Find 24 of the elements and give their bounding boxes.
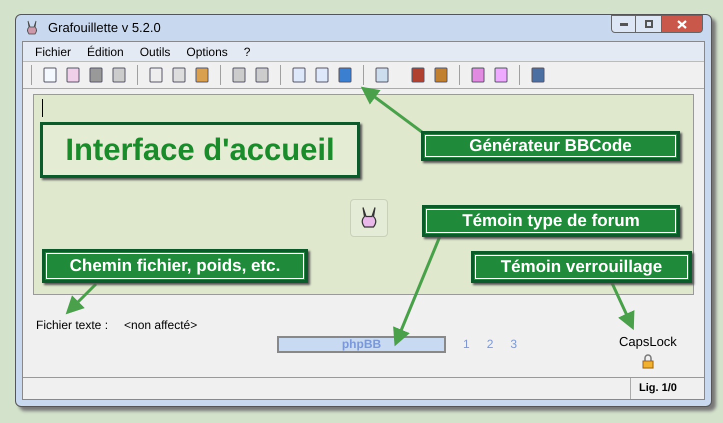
lock-icon [640,354,655,368]
annotation-label: Interface d'accueil [40,122,360,178]
document-icon[interactable] [290,66,308,84]
annotation-label: Témoin verrouillage [471,251,692,283]
menu-item[interactable]: Outils [140,42,170,60]
rabbit-icon [24,20,40,36]
annotation-label: Générateur BBCode [421,131,680,161]
menu-item[interactable]: ? [244,42,250,60]
minimize-button[interactable] [611,15,636,33]
close-button[interactable] [661,15,703,33]
line-position: Lig. 1/0 [630,378,704,399]
file-value: <non affecté> [124,317,198,334]
maximize-button[interactable] [636,15,661,33]
menu-item[interactable]: Édition [87,42,124,60]
forum-type-indicator: phpBB [277,336,446,352]
close-icon [677,20,687,28]
menu-item[interactable]: Options [186,42,228,60]
menu-item[interactable]: Fichier [35,42,72,60]
capslock-label: CapsLock [619,333,677,351]
file-label: Fichier texte : [36,317,108,334]
annotation-label: Chemin fichier, poids, etc. [42,249,308,283]
window-title: Grafouillette v 5.2.0 [48,19,161,38]
document-icon[interactable] [313,66,331,84]
annotation-label: Témoin type de forum [422,205,680,237]
